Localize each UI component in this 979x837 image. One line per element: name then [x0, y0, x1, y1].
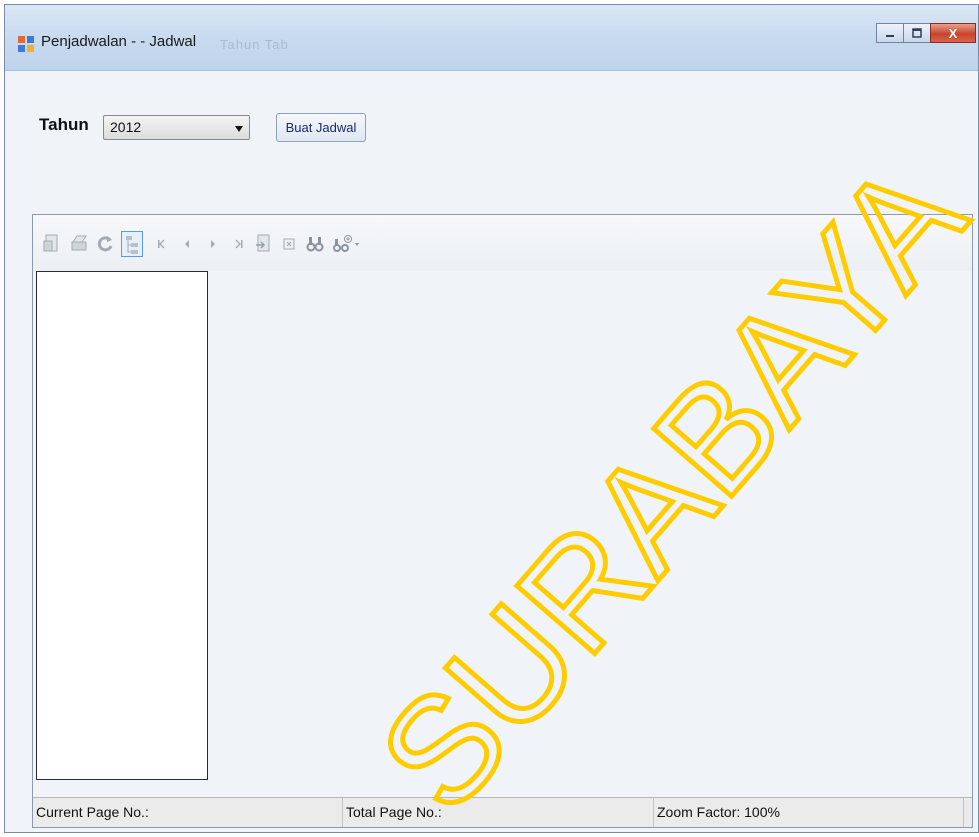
first-page-icon[interactable]: [151, 233, 171, 255]
tahun-label: Tahun: [39, 115, 89, 134]
zoom-factor-status: Zoom Factor: 100%: [654, 798, 964, 827]
title-bar[interactable]: Penjadwalan - - Jadwal Tahun Tab X: [5, 5, 978, 71]
next-page-icon[interactable]: [203, 233, 223, 255]
minimize-button[interactable]: [876, 23, 904, 43]
report-page-area[interactable]: [209, 271, 972, 780]
background-ghost-text: Tahun Tab: [220, 37, 289, 52]
report-toolbar: [33, 215, 972, 271]
zoom-icon[interactable]: [331, 233, 363, 255]
close-button[interactable]: X: [930, 23, 976, 43]
goto-page-icon[interactable]: [253, 233, 273, 255]
total-page-status: Total Page No.:: [343, 798, 654, 827]
group-tree-toggle-icon[interactable]: [121, 231, 143, 257]
maximize-button[interactable]: [903, 23, 931, 43]
tahun-select-value: 2012: [110, 119, 142, 135]
report-viewer: Current Page No.: Total Page No.: Zoom F…: [32, 214, 973, 828]
minimize-icon: [886, 35, 894, 37]
maximize-icon: [912, 28, 922, 38]
caption-buttons: X: [876, 23, 976, 43]
group-tree-panel[interactable]: [36, 271, 208, 780]
window-title: Penjadwalan - - Jadwal: [41, 33, 197, 50]
tahun-select[interactable]: 2012: [103, 115, 250, 140]
previous-page-icon[interactable]: [177, 233, 197, 255]
print-icon[interactable]: [69, 233, 89, 255]
current-page-status: Current Page No.:: [33, 798, 343, 827]
close-icon: X: [948, 25, 958, 41]
buat-jadwal-button[interactable]: Buat Jadwal: [276, 113, 366, 142]
export-icon[interactable]: [41, 233, 61, 255]
status-bar: Current Page No.: Total Page No.: Zoom F…: [33, 797, 972, 827]
dropdown-arrow-icon[interactable]: [235, 126, 243, 132]
last-page-icon[interactable]: [229, 233, 249, 255]
find-icon[interactable]: [305, 233, 325, 255]
stop-icon[interactable]: [279, 233, 299, 255]
app-icon: [18, 36, 34, 52]
application-window: Penjadwalan - - Jadwal Tahun Tab X Tahun…: [4, 4, 979, 833]
form-body: Tahun 2012 Buat Jadwal Current Page No.:…: [5, 71, 978, 832]
refresh-icon[interactable]: [95, 233, 115, 255]
